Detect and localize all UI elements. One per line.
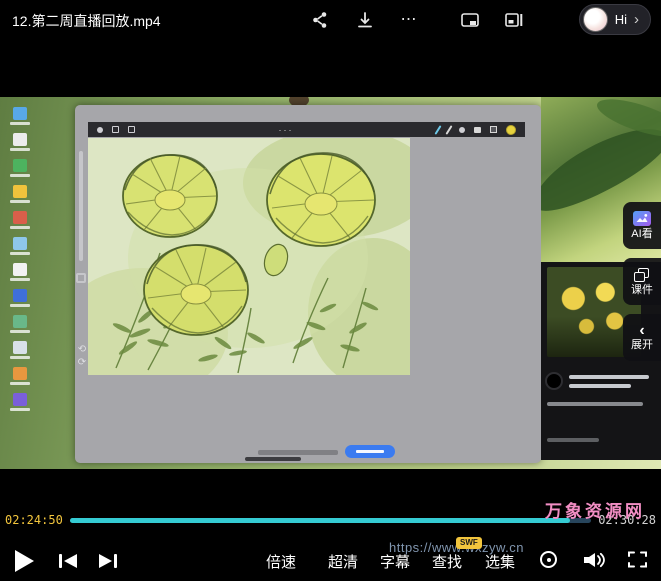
selection-icon	[128, 126, 135, 133]
expand-button[interactable]: ‹ 展开	[623, 314, 661, 361]
share-icon	[310, 10, 330, 30]
painting-canvas	[88, 138, 410, 375]
user-greeting: Hi	[615, 12, 627, 27]
fullscreen-button[interactable]	[628, 551, 647, 571]
courseware-label: 课件	[631, 285, 653, 296]
ai-image-icon	[633, 211, 651, 226]
play-icon	[15, 550, 34, 572]
chat-text-line	[547, 438, 599, 442]
settings-ring-icon	[540, 551, 557, 568]
skip-previous-icon	[58, 553, 78, 569]
miniplayer-button[interactable]	[501, 8, 527, 32]
desktop-icon	[13, 315, 27, 328]
color-swatch-icon	[506, 125, 516, 135]
desktop-icon	[13, 133, 27, 146]
previous-episode-button[interactable]	[58, 553, 78, 569]
desktop-icon	[13, 393, 27, 406]
chevron-left-icon: ‹	[639, 325, 644, 337]
wrench-icon	[97, 127, 103, 133]
desktop-icon	[13, 237, 27, 250]
more-button[interactable]: ⋯	[396, 8, 422, 32]
courseware-button[interactable]: 课件	[623, 258, 661, 305]
desktop-icon	[13, 107, 27, 120]
ellipsis-icon: ⋯	[401, 15, 418, 25]
top-bar: 12.第二周直播回放.mp4 ⋯	[0, 0, 661, 40]
share-button[interactable]	[307, 8, 333, 32]
video-title: 12.第二周直播回放.mp4	[12, 11, 161, 31]
progress-bar[interactable]	[70, 518, 591, 523]
webcam-circle	[545, 372, 563, 390]
desktop-icons-column	[5, 107, 35, 419]
subtitle-button[interactable]: 字幕	[380, 551, 410, 572]
toolbar-dots-icon: ···	[144, 126, 428, 134]
fullscreen-icon	[628, 551, 647, 568]
miniplayer-icon	[504, 10, 524, 30]
desktop-icon	[13, 159, 27, 172]
playlist-button[interactable]: 选集	[485, 551, 515, 572]
buttons-row: 倍速 超清 字幕 查找 选集	[0, 543, 661, 579]
side-button-stack: AI看 课件 ‹ 展开	[623, 202, 661, 361]
chat-text-line	[569, 384, 631, 388]
home-indicator	[245, 457, 301, 461]
progress-fill	[70, 518, 571, 523]
avatar	[583, 7, 608, 32]
hint-text	[258, 450, 338, 455]
swf-badge: SWF	[456, 537, 482, 549]
ai-view-label: AI看	[631, 229, 652, 240]
quality-button[interactable]: 超清	[328, 551, 358, 572]
smudge-icon	[459, 127, 465, 133]
courseware-icon	[634, 268, 650, 282]
play-button[interactable]	[15, 550, 34, 572]
video-frame[interactable]: ··· ⟲⟳	[0, 97, 661, 469]
download-icon	[355, 10, 375, 30]
painting-toolbar: ···	[88, 122, 525, 137]
pip-button[interactable]	[457, 8, 483, 32]
desktop-icon	[13, 263, 27, 276]
desktop-icon	[13, 367, 27, 380]
pencil-icon	[446, 125, 453, 135]
download-button[interactable]	[352, 8, 378, 32]
player-controls: 万象资源网 https://www.wxzyw.cn SWF 02:24:50 …	[0, 469, 661, 581]
layers-icon	[490, 126, 497, 133]
desktop-icon	[13, 289, 27, 302]
eraser-icon	[474, 127, 481, 133]
hint-action-pill	[345, 445, 395, 458]
duration: 02:30:28	[598, 513, 656, 527]
brush-icon	[435, 125, 442, 135]
current-time: 02:24:50	[5, 513, 63, 527]
chevron-right-icon: ›	[634, 14, 639, 26]
undo-redo-icons: ⟲⟳	[76, 343, 88, 369]
chat-text-line	[547, 402, 643, 406]
adjustments-icon	[112, 126, 119, 133]
chat-text-line	[569, 375, 649, 379]
progress-row: 02:24:50 02:30:28	[5, 513, 656, 527]
find-button[interactable]: 查找	[432, 551, 462, 572]
picture-in-picture-icon	[460, 10, 480, 30]
skip-next-icon	[98, 553, 118, 569]
next-episode-button[interactable]	[98, 553, 118, 569]
volume-button[interactable]	[582, 551, 606, 572]
brush-size-slider	[79, 151, 83, 261]
speed-button[interactable]: 倍速	[266, 551, 296, 572]
expand-label: 展开	[631, 340, 653, 351]
modify-button-icon	[76, 273, 86, 283]
desktop-icon	[13, 185, 27, 198]
settings-button[interactable]	[540, 551, 557, 568]
desktop-icon	[13, 341, 27, 354]
user-menu[interactable]: Hi ›	[579, 4, 651, 35]
desktop-icon	[13, 211, 27, 224]
volume-icon	[582, 551, 606, 569]
ai-view-button[interactable]: AI看	[623, 202, 661, 249]
painting-app-window: ··· ⟲⟳	[75, 105, 541, 463]
video-player-app: 12.第二周直播回放.mp4 ⋯	[0, 0, 661, 581]
